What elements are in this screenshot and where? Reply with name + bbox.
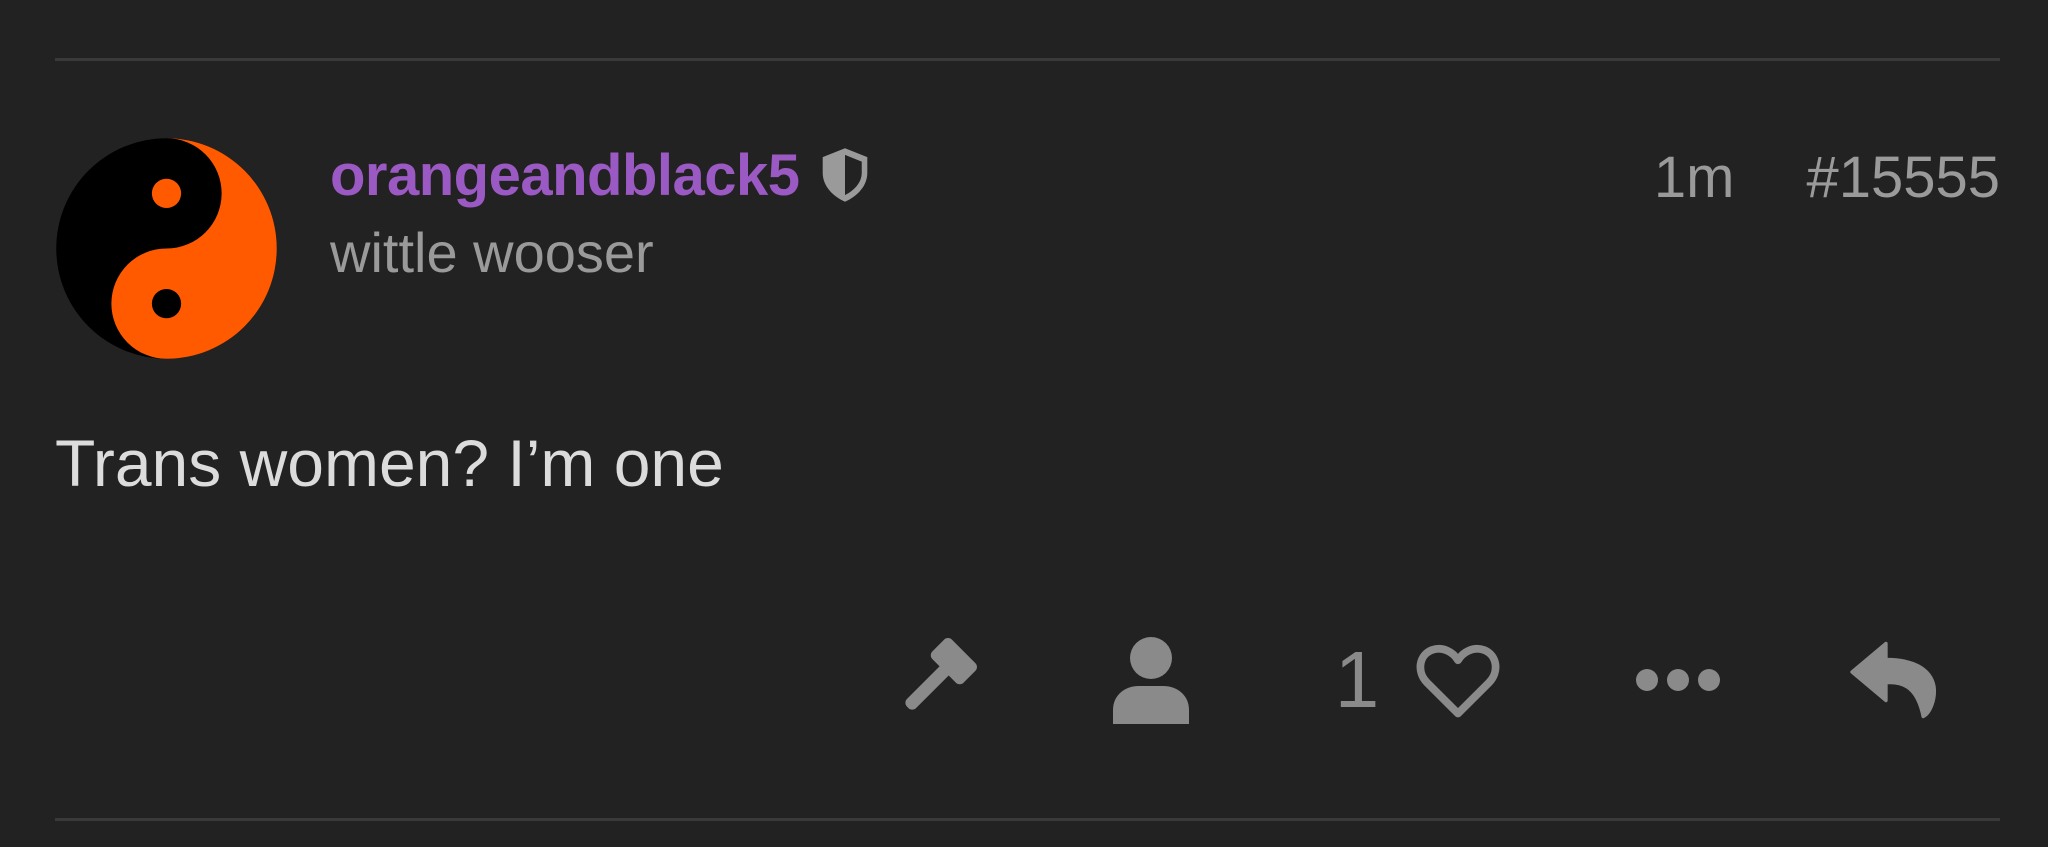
bottom-divider bbox=[55, 818, 2000, 821]
ellipsis-icon bbox=[1636, 669, 1720, 691]
avatar[interactable] bbox=[54, 136, 279, 361]
heart-icon bbox=[1416, 644, 1500, 718]
yin-yang-avatar-image bbox=[56, 138, 277, 359]
profile-button[interactable] bbox=[1103, 630, 1199, 730]
like-button[interactable]: 1 bbox=[1318, 630, 1518, 730]
post-body: Trans women? I’m one bbox=[55, 426, 724, 500]
user-icon bbox=[1113, 637, 1189, 724]
user-title: wittle wooser bbox=[330, 221, 654, 284]
forum-post: orangeandblack5 wittle wooser 1m #15555 … bbox=[0, 0, 2048, 847]
shield-icon bbox=[822, 148, 867, 202]
reply-icon bbox=[1850, 641, 1937, 719]
post-time[interactable]: 1m bbox=[1654, 144, 1735, 211]
like-count: 1 bbox=[1334, 635, 1380, 724]
username-link[interactable]: orangeandblack5 bbox=[330, 142, 800, 209]
post-meta: 1m #15555 bbox=[1654, 144, 2000, 211]
reply-button[interactable] bbox=[1843, 630, 1943, 730]
top-divider bbox=[55, 58, 2000, 61]
moderate-button[interactable] bbox=[885, 630, 985, 730]
post-actions: 1 bbox=[0, 630, 2048, 730]
gavel-icon bbox=[905, 638, 977, 710]
username-row: orangeandblack5 bbox=[330, 140, 872, 210]
more-options-button[interactable] bbox=[1630, 630, 1726, 730]
post-number[interactable]: #15555 bbox=[1806, 144, 2000, 211]
